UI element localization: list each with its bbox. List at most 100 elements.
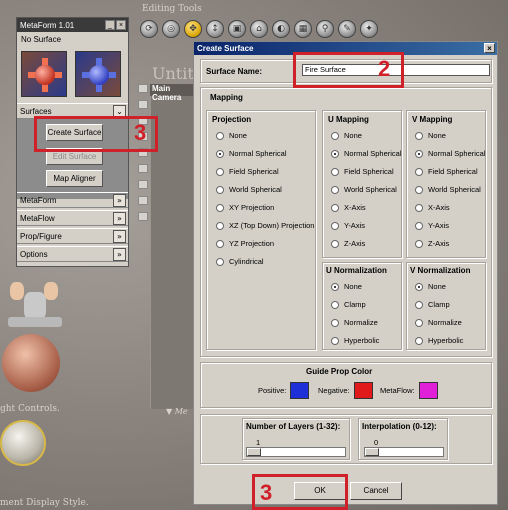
negative-color-swatch[interactable] [353,382,373,399]
projection-option[interactable]: None [216,131,247,140]
radio-button[interactable] [331,131,339,140]
metaform-titlebar[interactable]: MetaForm 1.01 _ × [17,18,128,32]
metaflow-color-swatch[interactable] [418,382,438,399]
radio-button[interactable] [415,318,423,327]
v-mapping-option[interactable]: Normal Spherical [415,149,486,158]
radio-button[interactable] [415,282,423,291]
projection-option[interactable]: World Spherical [216,185,282,194]
slider-thumb[interactable] [247,448,261,456]
radio-button[interactable] [331,318,339,327]
radio-button[interactable] [331,221,339,230]
expand-chevron-icon[interactable]: » [113,248,126,261]
projection-option[interactable]: XY Projection [216,203,274,212]
radio-button[interactable] [331,282,339,291]
u-mapping-option[interactable]: World Spherical [331,185,397,194]
layers-slider[interactable] [246,447,346,457]
color-tool-icon[interactable]: ◐ [272,20,290,38]
side-button[interactable] [138,196,148,205]
positive-color-swatch[interactable] [290,382,310,399]
side-button[interactable] [138,84,148,93]
rotate-tool-icon[interactable]: ⟳ [140,20,158,38]
radio-button[interactable] [415,221,423,230]
radio-button[interactable] [415,336,423,345]
translate-tool-icon[interactable]: ✥ [184,20,202,38]
radio-button[interactable] [415,300,423,309]
u-mapping-option[interactable]: Normal Spherical [331,149,402,158]
radio-button[interactable] [216,203,224,212]
radio-button[interactable] [216,185,224,194]
v-mapping-option[interactable]: Y-Axis [415,221,449,230]
radio-button[interactable] [216,131,224,140]
v-mapping-option[interactable]: X-Axis [415,203,450,212]
projection-option[interactable]: YZ Projection [216,239,274,248]
expand-chevron-icon[interactable]: » [113,194,126,207]
minimize-icon[interactable]: _ [105,20,115,30]
light-control-ball[interactable] [0,420,46,466]
radio-button[interactable] [331,336,339,345]
close-icon[interactable]: × [116,20,126,30]
radio-button[interactable] [415,185,423,194]
projection-option[interactable]: XZ (Top Down) Projection [216,221,314,230]
section-options[interactable]: Options » [17,246,128,262]
expand-chevron-icon[interactable]: » [113,230,126,243]
radio-button[interactable] [331,300,339,309]
radio-button[interactable] [216,239,224,248]
v-mapping-option[interactable]: Z-Axis [415,239,449,248]
projection-option[interactable]: Cylindrical [216,257,264,266]
section-metaflow[interactable]: MetaFlow » [17,210,128,226]
side-button[interactable] [138,164,148,173]
taper-tool-icon[interactable]: ▣ [228,20,246,38]
radio-button[interactable] [415,149,423,158]
v-mapping-option[interactable]: World Spherical [415,185,481,194]
u-mapping-option[interactable]: X-Axis [331,203,366,212]
u-normalization-option[interactable]: None [331,282,362,291]
radio-button[interactable] [415,131,423,140]
scale-tool-icon[interactable]: ↕ [206,20,224,38]
metaform-thumbnail-positive[interactable] [21,51,67,97]
expand-chevron-icon[interactable]: » [113,212,126,225]
v-mapping-option[interactable]: Field Spherical [415,167,478,176]
v-mapping-option[interactable]: None [415,131,446,140]
u-normalization-option[interactable]: Normalize [331,318,378,327]
radio-button[interactable] [216,221,224,230]
u-mapping-option[interactable]: Field Spherical [331,167,394,176]
projection-option[interactable]: Normal Spherical [216,149,287,158]
u-normalization-option[interactable]: Clamp [331,300,366,309]
v-normalization-option[interactable]: Hyperbolic [415,336,463,345]
radio-button[interactable] [216,257,224,266]
v-normalization-option[interactable]: None [415,282,446,291]
parameter-dials-figure[interactable] [0,262,80,392]
side-button[interactable] [138,180,148,189]
morph-brush-icon[interactable]: ✎ [338,20,356,38]
radio-button[interactable] [331,149,339,158]
grouping-tool-icon[interactable]: ▦ [294,20,312,38]
u-mapping-option[interactable]: Z-Axis [331,239,365,248]
projection-option[interactable]: Field Spherical [216,167,279,176]
view-magnifier-icon[interactable]: ⚲ [316,20,334,38]
map-aligner-button[interactable]: Map Aligner [46,170,103,187]
v-normalization-option[interactable]: Normalize [415,318,462,327]
radio-button[interactable] [216,167,224,176]
radio-button[interactable] [331,185,339,194]
side-button[interactable] [138,212,148,221]
interpolation-slider[interactable] [364,447,444,457]
radio-button[interactable] [331,239,339,248]
v-normalization-option[interactable]: Clamp [415,300,450,309]
radio-button[interactable] [415,203,423,212]
cancel-button[interactable]: Cancel [350,482,402,500]
radio-button[interactable] [415,167,423,176]
chain-tool-icon[interactable]: ⌂ [250,20,268,38]
close-icon[interactable]: × [484,43,495,53]
direct-manipulation-icon[interactable]: ✦ [360,20,378,38]
twist-tool-icon[interactable]: ◎ [162,20,180,38]
side-button[interactable] [138,100,148,109]
u-mapping-option[interactable]: Y-Axis [331,221,365,230]
section-prop-figure[interactable]: Prop/Figure » [17,228,128,244]
radio-button[interactable] [415,239,423,248]
metaform-thumbnail-negative[interactable] [75,51,121,97]
slider-thumb[interactable] [365,448,379,456]
u-normalization-option[interactable]: Hyperbolic [331,336,379,345]
radio-button[interactable] [331,167,339,176]
u-mapping-option[interactable]: None [331,131,362,140]
section-metaform[interactable]: MetaForm » [17,192,128,208]
